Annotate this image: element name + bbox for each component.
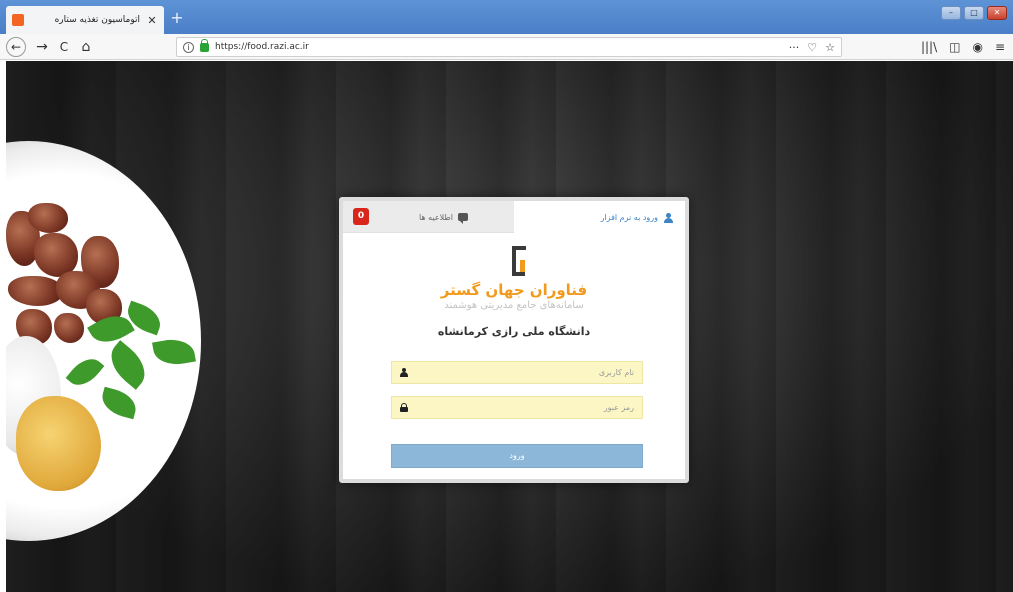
url-text[interactable]: https://food.razi.ac.ir <box>215 42 783 52</box>
window-controls: – □ ✕ <box>941 6 1007 20</box>
library-icon[interactable]: |||\ <box>921 37 937 57</box>
login-card: ورود به نرم افزار اطلاعیه ها 0 فناوران ج… <box>339 197 689 483</box>
meat-piece-image <box>28 203 68 233</box>
sidebar-icon[interactable]: ◫ <box>949 37 960 57</box>
meat-piece-image <box>54 313 84 343</box>
close-window-button[interactable]: ✕ <box>987 6 1007 20</box>
brand-name: فناوران جهان گستر <box>440 281 588 299</box>
password-field[interactable] <box>391 396 643 419</box>
address-bar[interactable]: i https://food.razi.ac.ir ··· ♡ ☆ <box>176 37 842 57</box>
comment-icon <box>458 213 468 224</box>
tab-announcements[interactable]: اطلاعیه ها <box>343 201 518 233</box>
browser-tab[interactable]: اتوماسیون تغذیه ستاره ✕ <box>6 6 164 34</box>
username-input[interactable] <box>408 368 634 377</box>
user-icon <box>663 212 673 223</box>
university-name: دانشگاه ملی رازی کرمانشاه <box>437 325 591 338</box>
secure-lock-icon <box>200 38 209 52</box>
account-icon[interactable]: ◉ <box>972 37 982 57</box>
pocket-icon[interactable]: ♡ <box>807 41 817 54</box>
hamburger-menu-icon[interactable]: ≡ <box>995 37 1005 57</box>
browser-toolbar-right: |||\ ◫ ◉ ≡ <box>921 37 1005 57</box>
password-input[interactable] <box>408 403 634 412</box>
username-field[interactable] <box>391 361 643 384</box>
reload-button[interactable]: C <box>54 37 74 57</box>
lock-icon <box>400 403 408 412</box>
new-tab-button[interactable]: + <box>168 9 186 27</box>
minimize-button[interactable]: – <box>941 6 961 20</box>
browser-nav-bar: ← → C ⌂ i https://food.razi.ac.ir ··· ♡ … <box>0 34 1013 60</box>
bread-image <box>16 396 101 491</box>
login-submit-button[interactable]: ورود <box>391 444 643 468</box>
site-favicon-icon <box>12 14 24 26</box>
person-icon <box>400 368 408 377</box>
page-actions-icon[interactable]: ··· <box>789 41 800 54</box>
bookmark-star-icon[interactable]: ☆ <box>825 41 835 54</box>
announcements-count-badge: 0 <box>353 208 369 225</box>
forward-button[interactable]: → <box>32 37 52 57</box>
tab-close-icon[interactable]: ✕ <box>146 14 158 27</box>
tab-login-label: ورود به نرم افزار <box>600 213 658 222</box>
site-info-icon[interactable]: i <box>183 41 194 53</box>
address-actions: ··· ♡ ☆ <box>789 41 835 54</box>
browser-tab-strip: اتوماسیون تغذیه ستاره ✕ + – □ ✕ <box>0 0 1013 34</box>
tab-login[interactable]: ورود به نرم افزار <box>514 201 685 234</box>
page-background: ورود به نرم افزار اطلاعیه ها 0 فناوران ج… <box>6 61 1013 592</box>
brand-tagline: سامانه‌های جامع مدیریتی هوشمند <box>444 300 584 311</box>
back-button[interactable]: ← <box>6 37 26 57</box>
login-card-tabs: ورود به نرم افزار اطلاعیه ها 0 <box>343 201 685 234</box>
tab-announcements-label: اطلاعیه ها <box>418 212 453 222</box>
home-button[interactable]: ⌂ <box>76 37 96 57</box>
maximize-button[interactable]: □ <box>964 6 984 20</box>
company-logo-icon <box>512 246 526 276</box>
tab-title: اتوماسیون تغذیه ستاره <box>54 15 140 25</box>
